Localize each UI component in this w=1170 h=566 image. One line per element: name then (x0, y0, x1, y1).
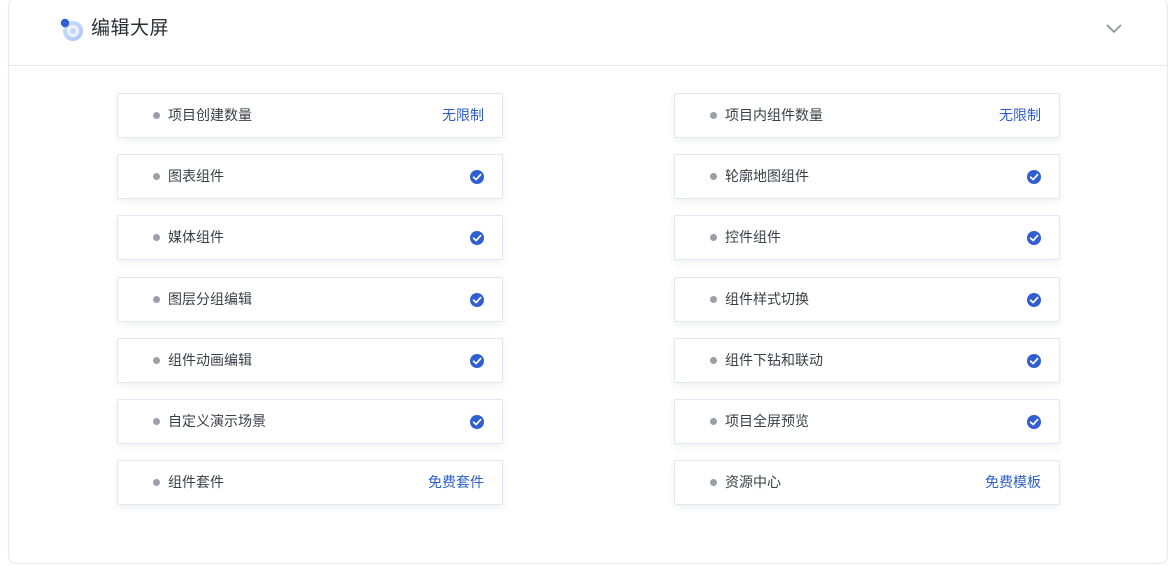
page-title: 编辑大屏 (91, 17, 170, 39)
feature-label: 项目全屏预览 (725, 414, 809, 430)
feature-label: 自定义演示场景 (168, 414, 266, 430)
feature-value: 免费模板 (985, 475, 1041, 491)
bullet-dot-icon (710, 418, 717, 425)
check-circle-icon (1027, 231, 1041, 245)
bullet-dot-icon (710, 296, 717, 303)
bullet-dot-icon (153, 357, 160, 364)
feature-item: 自定义演示场景 (117, 399, 503, 444)
feature-item: 图表组件 (117, 154, 503, 199)
feature-label: 组件样式切换 (725, 292, 809, 308)
feature-value: 免费套件 (428, 475, 484, 491)
feature-item: 项目创建数量 无限制 (117, 93, 503, 138)
feature-item: 组件动画编辑 (117, 338, 503, 383)
chevron-down-icon[interactable] (1103, 21, 1125, 37)
feature-label: 组件下钻和联动 (725, 353, 823, 369)
bullet-dot-icon (153, 479, 160, 486)
bullet-dot-icon (710, 112, 717, 119)
feature-value: 无限制 (999, 108, 1041, 124)
feature-item: 媒体组件 (117, 215, 503, 260)
check-circle-icon (470, 231, 484, 245)
feature-label: 图表组件 (168, 169, 224, 185)
panel-header[interactable]: 编辑大屏 (9, 0, 1167, 66)
feature-label: 控件组件 (725, 230, 781, 246)
feature-label: 轮廓地图组件 (725, 169, 809, 185)
check-circle-icon (470, 354, 484, 368)
bullet-dot-icon (710, 234, 717, 241)
feature-label: 图层分组编辑 (168, 292, 252, 308)
check-circle-icon (1027, 293, 1041, 307)
check-circle-icon (1027, 170, 1041, 184)
feature-item: 组件套件 免费套件 (117, 460, 503, 505)
bullet-dot-icon (710, 479, 717, 486)
feature-item: 项目内组件数量 无限制 (674, 93, 1060, 138)
feature-label: 项目创建数量 (168, 108, 252, 124)
check-circle-icon (470, 293, 484, 307)
check-circle-icon (470, 415, 484, 429)
feature-label: 媒体组件 (168, 230, 224, 246)
bullet-dot-icon (153, 296, 160, 303)
bullet-dot-icon (710, 357, 717, 364)
check-circle-icon (1027, 415, 1041, 429)
check-circle-icon (1027, 354, 1041, 368)
bullet-dot-icon (153, 418, 160, 425)
bullet-dot-icon (710, 173, 717, 180)
feature-item: 组件下钻和联动 (674, 338, 1060, 383)
feature-item: 图层分组编辑 (117, 277, 503, 322)
bullet-dot-icon (153, 173, 160, 180)
feature-item: 控件组件 (674, 215, 1060, 260)
feature-item: 轮廓地图组件 (674, 154, 1060, 199)
feature-label: 项目内组件数量 (725, 108, 823, 124)
bullet-dot-icon (153, 234, 160, 241)
feature-item: 组件样式切换 (674, 277, 1060, 322)
feature-item: 项目全屏预览 (674, 399, 1060, 444)
bullet-dot-icon (153, 112, 160, 119)
check-circle-icon (470, 170, 484, 184)
feature-label: 组件套件 (168, 475, 224, 491)
feature-label: 资源中心 (725, 475, 781, 491)
app-logo-icon (60, 18, 83, 41)
feature-value: 无限制 (442, 108, 484, 124)
feature-label: 组件动画编辑 (168, 353, 252, 369)
feature-item: 资源中心 免费模板 (674, 460, 1060, 505)
